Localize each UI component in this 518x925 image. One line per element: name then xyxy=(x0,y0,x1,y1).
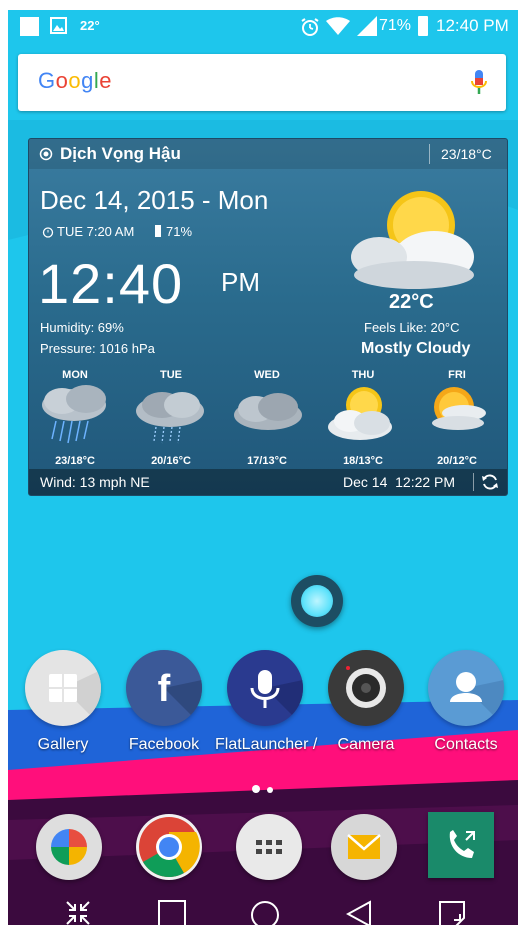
assistant-orb-icon xyxy=(301,585,333,617)
mostly-cloudy-icon xyxy=(351,191,474,289)
back-icon[interactable] xyxy=(346,900,372,925)
forecast-day-label: TUE xyxy=(160,369,182,381)
forecast-day: TUE 20/16°C xyxy=(126,369,216,467)
refresh-icon[interactable] xyxy=(481,473,499,491)
battery-icon xyxy=(418,16,428,36)
svg-text:f: f xyxy=(158,668,171,710)
forecast-day: THU 18/13°C xyxy=(318,369,408,467)
facebook-icon: f xyxy=(126,650,202,726)
app-label: Camera xyxy=(337,736,395,753)
page-dot-active xyxy=(252,785,260,793)
gallery-icon xyxy=(25,650,101,726)
wind-text: Wind: 13 mph NE xyxy=(40,474,150,490)
forecast-temps: 23/18°C xyxy=(55,455,95,467)
big-clock[interactable]: 12:40 xyxy=(38,251,183,316)
app-label: FlatLauncher / xyxy=(215,736,318,753)
rain-cloud-icon xyxy=(42,385,106,444)
cloud-icon xyxy=(234,393,302,430)
notification-square-icon xyxy=(20,17,39,36)
forecast-day-label: MON xyxy=(62,369,88,381)
forecast-temps: 17/13°C xyxy=(247,455,287,467)
footer-divider xyxy=(473,473,474,491)
app-drawer-icon xyxy=(256,840,282,854)
microphone-icon xyxy=(227,650,303,726)
location-icon xyxy=(39,147,53,161)
google-search-bar[interactable]: Google xyxy=(18,54,506,111)
next-alarm: TUE 7:20 AM xyxy=(57,224,135,239)
home-screen: 22° 71% 12:40 PM Google Dịch Vọng Hậu 23… xyxy=(8,10,518,925)
feels-like: Feels Like: 20°C xyxy=(364,320,460,335)
forecast-temps: 18/13°C xyxy=(343,455,383,467)
page-dot xyxy=(267,787,274,793)
today-hi-lo: 23/18°C xyxy=(441,146,492,162)
dock-email[interactable] xyxy=(331,814,397,880)
status-bar: 22° 71% 12:40 PM xyxy=(8,10,518,44)
page-indicator xyxy=(252,780,274,798)
assistant-bubble[interactable] xyxy=(291,575,343,627)
signal-icon xyxy=(357,16,377,36)
app-contacts[interactable]: Contacts xyxy=(416,650,516,754)
battery-small-icon xyxy=(155,225,161,237)
weather-temp-notification: 22° xyxy=(80,18,100,33)
alarm-icon xyxy=(301,18,319,36)
email-icon xyxy=(347,834,381,859)
home-icon[interactable] xyxy=(250,900,280,925)
date-text[interactable]: Dec 14, 2015 - Mon xyxy=(40,185,268,216)
dock-phone[interactable] xyxy=(428,812,494,878)
app-flatlauncher[interactable]: FlatLauncher / xyxy=(215,650,318,754)
dock-app-drawer[interactable] xyxy=(236,814,302,880)
recents-icon[interactable] xyxy=(158,900,186,925)
weather-widget[interactable]: Dịch Vọng Hậu 23/18°C Dec 14, 2015 - Mon… xyxy=(28,138,508,496)
sun-cloud-icon xyxy=(432,387,486,430)
clock: 12:40 PM xyxy=(436,16,509,35)
clock-ampm: PM xyxy=(221,267,260,297)
pressure: Pressure: 1016 hPa xyxy=(40,341,155,356)
contacts-icon xyxy=(428,650,504,726)
photos-icon xyxy=(51,829,87,865)
forecast-day: FRI 20/12°C xyxy=(412,369,502,467)
notification-icon[interactable] xyxy=(438,900,466,925)
widget-battery: 71% xyxy=(166,224,193,239)
battery-percent: 71% xyxy=(379,17,412,34)
forecast-day-label: FRI xyxy=(448,369,466,381)
location-name[interactable]: Dịch Vọng Hậu xyxy=(60,144,181,164)
humidity: Humidity: 69% xyxy=(40,320,124,335)
current-temperature: 22°C xyxy=(389,291,434,313)
app-label: Facebook xyxy=(128,736,200,753)
app-facebook[interactable]: f Facebook xyxy=(114,650,214,754)
widget-footer: Wind: 13 mph NE Dec 14 12:22 PM xyxy=(29,469,507,495)
drizzle-cloud-icon xyxy=(136,392,204,444)
phone-icon xyxy=(449,830,475,858)
microphone-icon[interactable] xyxy=(470,70,488,96)
forecast-temps: 20/12°C xyxy=(437,455,477,467)
header-divider xyxy=(429,144,430,164)
camera-icon xyxy=(328,650,404,726)
app-camera[interactable]: Camera xyxy=(316,650,416,754)
image-notification-icon xyxy=(50,17,67,34)
app-label: Contacts xyxy=(434,736,498,753)
forecast-day-label: WED xyxy=(254,369,280,381)
google-logo: Google xyxy=(38,68,113,93)
wifi-icon xyxy=(326,17,350,35)
app-gallery[interactable]: Gallery xyxy=(13,650,113,754)
sun-cloud-icon xyxy=(328,387,392,440)
forecast-day: WED 17/13°C xyxy=(222,369,312,467)
chrome-icon xyxy=(139,817,200,878)
alarm-small-icon xyxy=(42,227,54,238)
app-label: Gallery xyxy=(37,736,89,753)
dock-chrome[interactable] xyxy=(136,814,202,880)
dock-photos[interactable] xyxy=(36,814,102,880)
last-updated: Dec 14 12:22 PM xyxy=(343,474,456,490)
forecast-day-label: THU xyxy=(351,369,375,381)
collapse-icon[interactable] xyxy=(65,900,91,925)
forecast-day: MON 23/18°C xyxy=(30,369,120,467)
forecast-temps: 20/16°C xyxy=(151,455,191,467)
condition-text: Mostly Cloudy xyxy=(361,340,471,357)
